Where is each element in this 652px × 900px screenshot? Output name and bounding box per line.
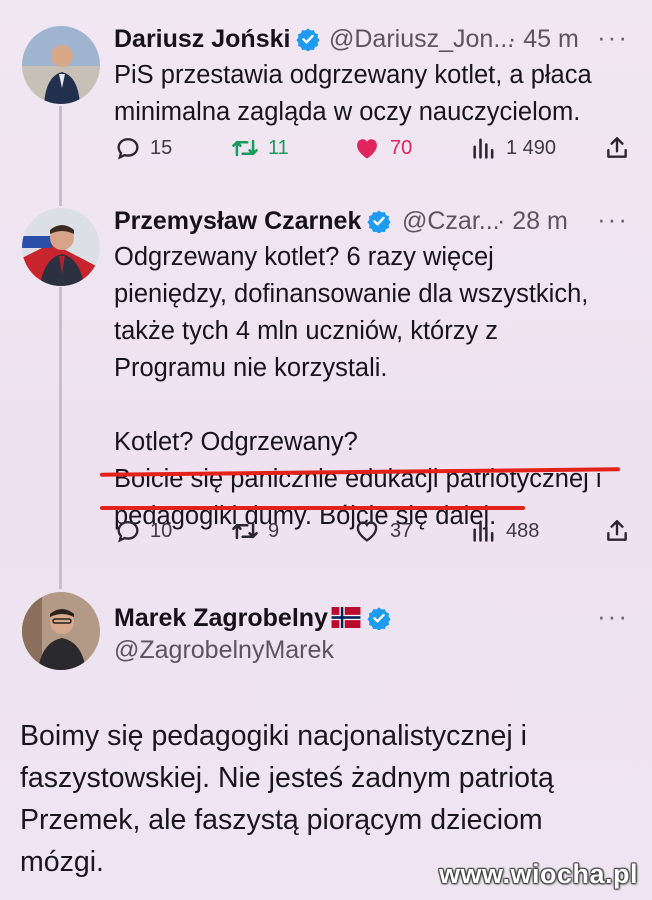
thread-line-2 [59, 287, 62, 589]
reply-icon [117, 521, 139, 543]
reply-count: 10 [150, 519, 173, 542]
verified-badge-icon [296, 27, 321, 58]
reply-icon [117, 138, 139, 160]
repost-button[interactable]: 11 [230, 134, 289, 162]
author-name[interactable]: Przemysław Czarnek [114, 207, 391, 240]
author-handle[interactable]: @Czar... [402, 207, 500, 236]
reply-button[interactable]: 10 [114, 517, 172, 545]
views-count: 1 490 [506, 136, 557, 159]
heart-filled-icon [357, 139, 377, 159]
author-name[interactable]: Dariusz Joński [114, 25, 321, 58]
repost-button[interactable]: 9 [230, 517, 279, 545]
views-chart-icon [473, 138, 494, 159]
more-options-icon[interactable]: ··· [597, 601, 629, 632]
views-chart-icon [473, 521, 494, 542]
norway-flag-icon [331, 606, 361, 635]
tweet-text: Boimy się pedagogiki nacjonalistycznej i… [20, 720, 554, 878]
repost-count: 9 [268, 519, 280, 542]
avatar[interactable] [22, 592, 100, 670]
tweet-text: Odgrzewany kotlet? 6 razy więcej pienięd… [114, 243, 602, 530]
reply-count: 15 [150, 136, 173, 159]
author-name[interactable]: Marek Zagrobelny [114, 604, 391, 637]
like-button[interactable]: 70 [352, 134, 412, 162]
tweet-actions: 15 11 70 1 490 [114, 134, 632, 168]
heart-outline-icon [356, 521, 378, 542]
share-button[interactable] [604, 134, 638, 162]
tweet-text: PiS przestawia odgrzewany kotlet, a płac… [114, 61, 592, 126]
watermark: www.wiocha.pl [438, 859, 638, 889]
share-button[interactable] [604, 517, 638, 545]
tweet-time[interactable]: · 45 m [508, 25, 579, 54]
repost-count: 11 [268, 136, 289, 159]
like-button[interactable]: 37 [352, 517, 412, 545]
thread-line-1 [59, 106, 62, 206]
verified-badge-icon [367, 209, 391, 240]
reply-button[interactable]: 15 [114, 134, 172, 162]
repost-icon [232, 522, 258, 540]
more-options-icon[interactable]: ··· [597, 22, 629, 53]
more-options-icon[interactable]: ··· [597, 204, 629, 235]
tweet-actions: 10 9 37 488 [114, 517, 632, 551]
highlight-underline [100, 506, 525, 510]
views-button[interactable]: 488 [470, 517, 539, 545]
avatar[interactable] [22, 26, 100, 104]
views-count: 488 [506, 519, 540, 542]
author-handle[interactable]: @Dariusz_Jon... [329, 25, 514, 54]
share-icon [607, 137, 627, 158]
views-button[interactable]: 1 490 [470, 134, 556, 162]
repost-icon [232, 139, 258, 157]
verified-badge-icon [367, 606, 391, 637]
like-count: 70 [390, 136, 413, 159]
author-handle[interactable]: @ZagrobelnyMarek [114, 636, 334, 665]
share-icon [607, 520, 627, 541]
tweet-time[interactable]: · 28 m [497, 207, 568, 236]
avatar[interactable] [22, 208, 100, 286]
like-count: 37 [390, 519, 413, 542]
